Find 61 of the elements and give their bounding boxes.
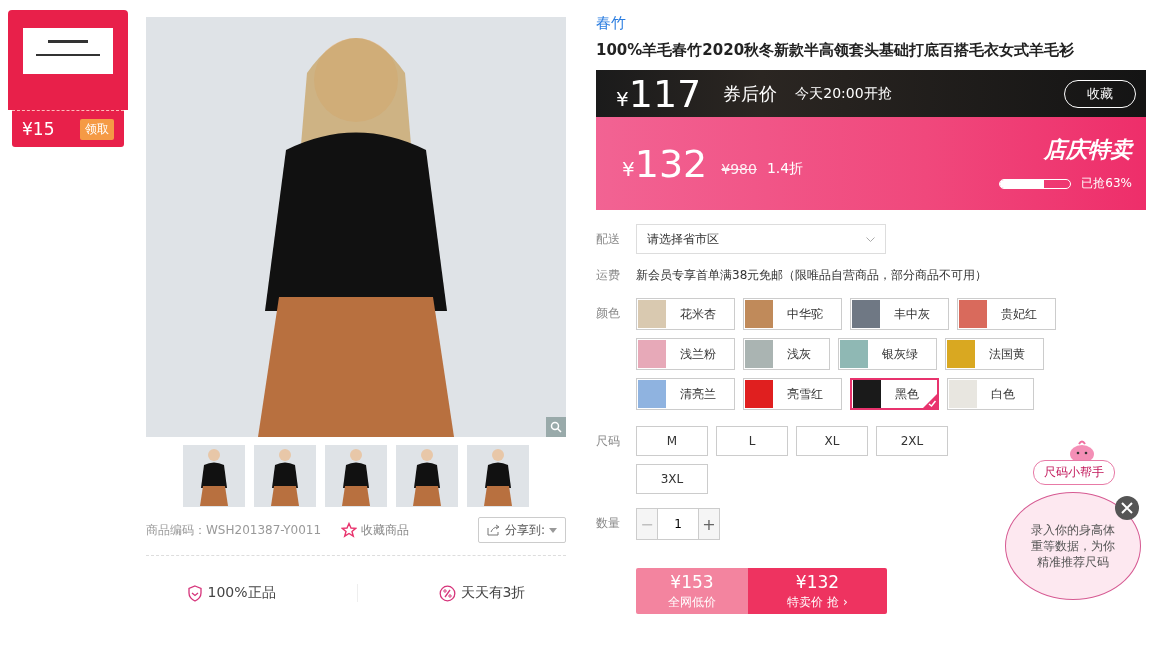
color-option[interactable]: 浅兰粉 (636, 338, 735, 370)
star-icon[interactable] (341, 522, 358, 538)
original-price: ¥980 (721, 160, 757, 177)
sold-label: 已抢63% (1081, 175, 1132, 192)
start-time: 今天20:00开抢 (795, 84, 892, 103)
color-option[interactable]: 花米杏 (636, 298, 735, 330)
color-option[interactable]: 丰中灰 (850, 298, 949, 330)
caret-icon (549, 527, 557, 533)
color-option[interactable]: 黑色 (850, 378, 939, 410)
delivery-label: 配送 (596, 231, 621, 248)
size-option[interactable]: M (636, 426, 708, 456)
shipping-info: 新会员专享首单满38元免邮（限唯品自营商品，部分商品不可用） (636, 267, 988, 284)
size-option[interactable]: L (716, 426, 788, 456)
color-option[interactable]: 银灰绿 (838, 338, 937, 370)
color-option[interactable]: 白色 (947, 378, 1034, 410)
thumbnail[interactable] (254, 445, 316, 507)
mascot-icon (1069, 440, 1095, 462)
coupon-price-label: 券后价 (723, 81, 778, 106)
color-option[interactable]: 浅灰 (743, 338, 830, 370)
guarantee-label: 100%正品 (207, 584, 276, 602)
thumbnail[interactable] (325, 445, 387, 507)
share-icon (486, 524, 501, 536)
close-icon[interactable] (1115, 496, 1139, 520)
thumbnail[interactable] (183, 445, 245, 507)
currency-symbol: ¥ (616, 86, 629, 111)
color-label: 颜色 (596, 305, 621, 322)
event-title: 店庆特卖 (1044, 136, 1132, 164)
thumbnail[interactable] (467, 445, 529, 507)
color-option[interactable]: 法国黄 (945, 338, 1044, 370)
color-option[interactable]: 清亮兰 (636, 378, 735, 410)
region-select[interactable]: 请选择省市区 (636, 224, 886, 254)
size-helper-button[interactable]: 尺码小帮手 (1033, 460, 1115, 485)
color-option[interactable]: 贵妃红 (957, 298, 1056, 330)
brand-link[interactable]: 春竹 (596, 14, 626, 33)
shield-icon (186, 584, 203, 602)
product-code: 商品编码：WSH201387-Y0011 (146, 521, 322, 539)
share-button[interactable]: 分享到: (477, 517, 566, 543)
increase-button[interactable]: + (698, 508, 720, 540)
size-option[interactable]: XL (796, 426, 868, 456)
size-label: 尺码 (596, 433, 621, 450)
discount: 1.4折 (766, 159, 804, 178)
quantity-label: 数量 (596, 515, 621, 532)
coupon-amount: ¥15 (22, 119, 55, 139)
check-icon (922, 393, 938, 409)
shipping-label: 运费 (596, 267, 621, 284)
favorite-link[interactable]: 收藏商品 (361, 521, 410, 539)
thumbnail[interactable] (396, 445, 458, 507)
currency-symbol: ¥ (622, 156, 635, 181)
guarantee-label: 天天有3折 (460, 584, 526, 602)
chevron-down-icon (866, 236, 875, 242)
quantity-field[interactable]: 1 (658, 508, 698, 540)
coupon-price: 117 (628, 74, 702, 113)
size-option[interactable]: 3XL (636, 464, 708, 494)
size-helper-text: 录入你的身高体重等数据，为你精准推荐尺码 (1030, 522, 1116, 570)
color-option[interactable]: 亮雪红 (743, 378, 842, 410)
percent-icon (438, 584, 456, 602)
sale-price: 132 (634, 144, 708, 183)
color-option[interactable]: 中华驼 (743, 298, 842, 330)
buy-button[interactable]: ¥132 特卖价 抢 › (748, 568, 887, 614)
product-title: 100%羊毛春竹2020秋冬新款半高领套头基础打底百搭毛衣女式羊毛衫 (596, 41, 1076, 60)
size-option[interactable]: 2XL (876, 426, 948, 456)
